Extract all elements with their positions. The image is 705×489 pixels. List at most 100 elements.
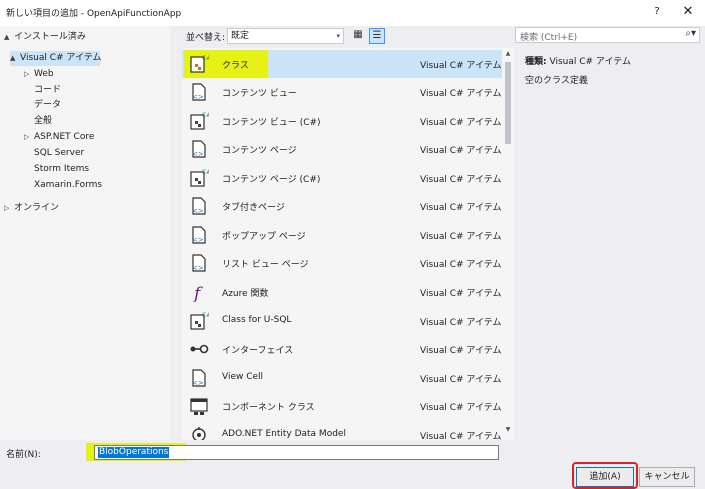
template-type: Visual C# アイテム bbox=[420, 146, 502, 156]
sort-dropdown[interactable]: 既定 ▾ bbox=[227, 28, 344, 44]
template-row[interactable]: <> ポップアップ ページ Visual C# アイテム bbox=[182, 221, 502, 249]
interface-icon bbox=[190, 344, 209, 354]
template-type: Visual C# アイテム bbox=[420, 318, 502, 328]
template-row[interactable]: <> リスト ビュー ページ Visual C# アイテム bbox=[182, 249, 502, 277]
svg-text:<>: <> bbox=[192, 150, 204, 158]
template-type: Visual C# アイテム bbox=[420, 203, 502, 213]
tree-node-xamarin-forms[interactable]: Xamarin.Forms bbox=[34, 178, 102, 193]
collapse-arrow-icon: ▲ bbox=[10, 54, 16, 62]
svg-text:C#: C# bbox=[202, 55, 209, 62]
add-button[interactable]: 追加(A) bbox=[576, 467, 634, 487]
sort-bar: 並べ替え: 既定 ▾ ▦ ☰ bbox=[180, 26, 510, 48]
template-type: Visual C# アイテム bbox=[420, 403, 502, 413]
template-type: Visual C# アイテム bbox=[420, 175, 502, 185]
list-view-button[interactable]: ☰ bbox=[369, 28, 385, 44]
scroll-up-icon[interactable]: ▲ bbox=[502, 50, 514, 60]
template-row[interactable]: <> コンテンツ ページ Visual C# アイテム bbox=[182, 135, 502, 163]
xaml-page-icon: <> bbox=[192, 140, 206, 158]
svg-text:C#: C# bbox=[202, 112, 209, 119]
component-icon bbox=[190, 398, 208, 415]
svg-text:<>: <> bbox=[192, 207, 204, 215]
cancel-button[interactable]: キャンセル bbox=[639, 467, 695, 487]
template-name: インターフェイス bbox=[222, 346, 294, 356]
tree-node-visual-csharp[interactable]: ▲ Visual C# アイテム bbox=[10, 51, 102, 66]
tree-node-web[interactable]: ▷ Web bbox=[24, 67, 54, 82]
template-row[interactable]: インターフェイス Visual C# アイテム bbox=[182, 335, 502, 363]
svg-text:<>: <> bbox=[192, 236, 204, 244]
tree-node-general[interactable]: 全般 bbox=[34, 114, 52, 129]
collapse-arrow-icon: ▲ bbox=[4, 33, 10, 41]
tree-node-data[interactable]: データ bbox=[34, 98, 61, 113]
template-row[interactable]: C# Class for U-SQL Visual C# アイテム bbox=[182, 307, 502, 335]
name-value[interactable]: BlobOperations bbox=[98, 447, 170, 458]
template-row[interactable]: <> タブ付きページ Visual C# アイテム bbox=[182, 192, 502, 220]
template-row[interactable]: C# コンテンツ ページ (C#) Visual C# アイテム bbox=[182, 164, 502, 192]
svg-text:<>: <> bbox=[192, 264, 204, 272]
template-type: Visual C# アイテム bbox=[420, 432, 502, 440]
name-row: 名前(N): BlobOperations bbox=[0, 440, 705, 462]
xaml-page-icon: <> bbox=[192, 83, 206, 101]
detail-description: 空のクラス定義 bbox=[525, 76, 588, 86]
template-name: ポップアップ ページ bbox=[222, 232, 306, 242]
tree-node-sql-server[interactable]: SQL Server bbox=[34, 146, 84, 161]
scrollbar-thumb[interactable] bbox=[505, 62, 511, 144]
template-type: Visual C# アイテム bbox=[420, 346, 502, 356]
tree-node-code[interactable]: コード bbox=[34, 83, 61, 98]
svg-text:<>: <> bbox=[192, 379, 204, 387]
svg-text:C#: C# bbox=[202, 169, 209, 176]
tree-node-aspnet-core[interactable]: ▷ ASP.NET Core bbox=[24, 130, 94, 145]
svg-text:<>: <> bbox=[192, 93, 204, 101]
template-name: ADO.NET Entity Data Model bbox=[222, 429, 346, 439]
sort-label: 並べ替え: bbox=[186, 33, 226, 43]
svg-text:C#: C# bbox=[202, 312, 209, 319]
expand-arrow-icon: ▷ bbox=[4, 204, 10, 212]
scroll-down-icon[interactable]: ▼ bbox=[502, 426, 514, 436]
window-title: 新しい項目の追加 - OpenApiFunctionApp bbox=[6, 9, 182, 19]
search-input[interactable]: 検索 (Ctrl+E) ⌕▾ bbox=[515, 27, 700, 43]
template-name: クラス bbox=[222, 61, 249, 71]
xaml-page-icon: <> bbox=[192, 254, 206, 272]
template-name: リスト ビュー ページ bbox=[222, 260, 309, 270]
template-type: Visual C# アイテム bbox=[420, 289, 502, 299]
template-row[interactable]: <> View Cell Visual C# アイテム bbox=[182, 364, 502, 392]
svg-text:f: f bbox=[192, 284, 203, 302]
template-name: View Cell bbox=[222, 372, 264, 382]
grid-view-button[interactable]: ▦ bbox=[350, 28, 366, 44]
template-row[interactable]: コンポーネント クラス Visual C# アイテム bbox=[182, 392, 502, 420]
template-name: コンテンツ ビュー bbox=[222, 89, 297, 99]
csharp-page-icon: C# bbox=[190, 112, 209, 130]
template-name: コンポーネント クラス bbox=[222, 403, 315, 413]
template-name: コンテンツ ページ (C#) bbox=[222, 175, 321, 185]
title-bar: 新しい項目の追加 - OpenApiFunctionApp ? ✕ bbox=[0, 0, 705, 26]
expand-arrow-icon: ▷ bbox=[24, 70, 30, 78]
template-type: Visual C# アイテム bbox=[420, 118, 502, 128]
function-icon: f bbox=[192, 284, 203, 302]
template-name: タブ付きページ bbox=[222, 203, 285, 213]
template-type: Visual C# アイテム bbox=[420, 375, 502, 385]
csharp-page-icon: C# bbox=[190, 312, 209, 330]
template-row[interactable]: C# クラス Visual C# アイテム bbox=[182, 50, 502, 78]
entity-model-icon bbox=[192, 427, 206, 440]
help-button[interactable]: ? bbox=[648, 3, 666, 21]
template-row[interactable]: <> コンテンツ ビュー Visual C# アイテム bbox=[182, 78, 502, 106]
close-button[interactable]: ✕ bbox=[678, 3, 698, 21]
class-icon: C# bbox=[190, 55, 209, 73]
category-tree: ▲ インストール済み ▲ Visual C# アイテム ▷ Web コード データ 全… bbox=[0, 26, 170, 440]
template-name: Class for U-SQL bbox=[222, 315, 292, 325]
tree-node-installed[interactable]: ▲ インストール済み bbox=[4, 30, 86, 45]
tree-node-storm-items[interactable]: Storm Items bbox=[34, 162, 89, 177]
xaml-page-icon: <> bbox=[192, 197, 206, 215]
xaml-page-icon: <> bbox=[192, 369, 206, 387]
chevron-down-icon: ▾ bbox=[336, 32, 340, 40]
template-type: Visual C# アイテム bbox=[420, 89, 502, 99]
list-scrollbar[interactable]: ▲ ▼ bbox=[502, 48, 514, 440]
template-type: Visual C# アイテム bbox=[420, 232, 502, 242]
name-label: 名前(N): bbox=[6, 450, 41, 460]
template-row[interactable]: C# コンテンツ ビュー (C#) Visual C# アイテム bbox=[182, 107, 502, 135]
template-row[interactable]: ADO.NET Entity Data Model Visual C# アイテム bbox=[182, 421, 502, 440]
template-type: Visual C# アイテム bbox=[420, 260, 502, 270]
tree-node-online[interactable]: ▷ オンライン bbox=[4, 201, 59, 216]
xaml-page-icon: <> bbox=[192, 226, 206, 244]
search-icon[interactable]: ⌕▾ bbox=[685, 28, 696, 39]
template-row[interactable]: f Azure 関数 Visual C# アイテム bbox=[182, 278, 502, 306]
